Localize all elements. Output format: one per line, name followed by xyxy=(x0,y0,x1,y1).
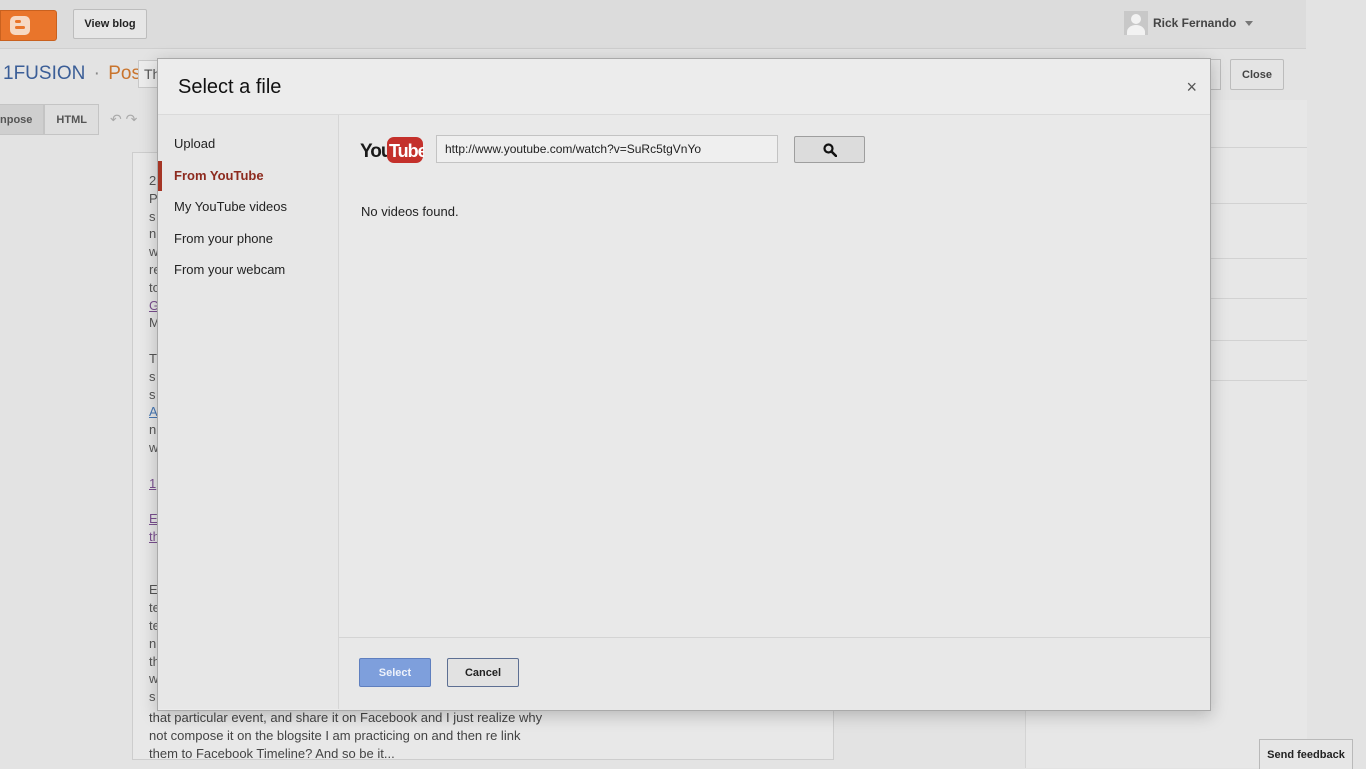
search-icon xyxy=(822,142,837,157)
blogger-logo-button[interactable] xyxy=(0,10,57,41)
youtube-logo: You Tube xyxy=(360,137,424,163)
divider xyxy=(1211,298,1307,299)
account-menu[interactable]: Rick Fernando xyxy=(1124,11,1254,35)
select-button[interactable]: Select xyxy=(359,658,431,687)
breadcrumb-separator: · xyxy=(93,63,100,84)
nav-item-from-youtube[interactable]: From YouTube xyxy=(158,160,338,192)
tab-compose[interactable]: npose xyxy=(0,104,45,135)
divider xyxy=(1211,258,1307,259)
nav-item-from-your-phone[interactable]: From your phone xyxy=(158,223,338,255)
blogger-logo-icon xyxy=(10,16,30,35)
divider xyxy=(1211,203,1307,204)
blog-breadcrumb: 1FUSION · Post xyxy=(3,63,146,85)
close-icon[interactable]: × xyxy=(1186,77,1197,97)
cancel-button[interactable]: Cancel xyxy=(447,658,519,687)
divider xyxy=(1211,147,1307,148)
editor-line: that particular event, and share it on F… xyxy=(149,710,543,725)
editor-mode-tabs: npose HTML xyxy=(0,104,99,135)
send-feedback-button[interactable]: Send feedback xyxy=(1259,739,1353,769)
source-nav: Upload From YouTube My YouTube videos Fr… xyxy=(158,115,339,709)
chevron-down-icon xyxy=(1245,20,1254,26)
divider xyxy=(1211,340,1307,341)
search-button[interactable] xyxy=(794,136,865,163)
dialog-title: Select a file xyxy=(178,76,282,98)
undo-icon[interactable]: ↶ xyxy=(110,111,122,127)
close-editor-button[interactable]: Close xyxy=(1230,59,1284,90)
redo-icon[interactable]: ↷ xyxy=(126,111,138,127)
select-file-dialog: Select a file × Upload From YouTube My Y… xyxy=(157,58,1211,711)
avatar xyxy=(1124,11,1148,35)
editor-visible-text: that particular event, and share it on F… xyxy=(149,709,589,763)
blog-name[interactable]: 1FUSION xyxy=(3,63,85,84)
divider xyxy=(1211,380,1307,381)
youtube-panel: You Tube No videos found. xyxy=(339,115,1210,637)
youtube-logo-tube: Tube xyxy=(389,141,424,161)
no-results-message: No videos found. xyxy=(361,204,459,219)
view-blog-button[interactable]: View blog xyxy=(73,9,147,39)
editor-line: them to Facebook Timeline? And so be it.… xyxy=(149,746,395,761)
user-name: Rick Fernando xyxy=(1153,16,1237,30)
top-bar: View blog Rick Fernando xyxy=(0,0,1306,49)
undo-redo-group: ↶ ↷ xyxy=(110,111,137,128)
nav-item-my-youtube-videos[interactable]: My YouTube videos xyxy=(158,191,338,223)
youtube-search-input[interactable] xyxy=(436,135,778,163)
dialog-footer: Select Cancel xyxy=(339,637,1210,710)
nav-item-from-your-webcam[interactable]: From your webcam xyxy=(158,254,338,286)
editor-line: not compose it on the blogsite I am prac… xyxy=(149,728,521,743)
nav-item-upload[interactable]: Upload xyxy=(158,128,338,160)
tab-html[interactable]: HTML xyxy=(44,104,99,135)
dialog-header: Select a file × xyxy=(158,59,1210,115)
